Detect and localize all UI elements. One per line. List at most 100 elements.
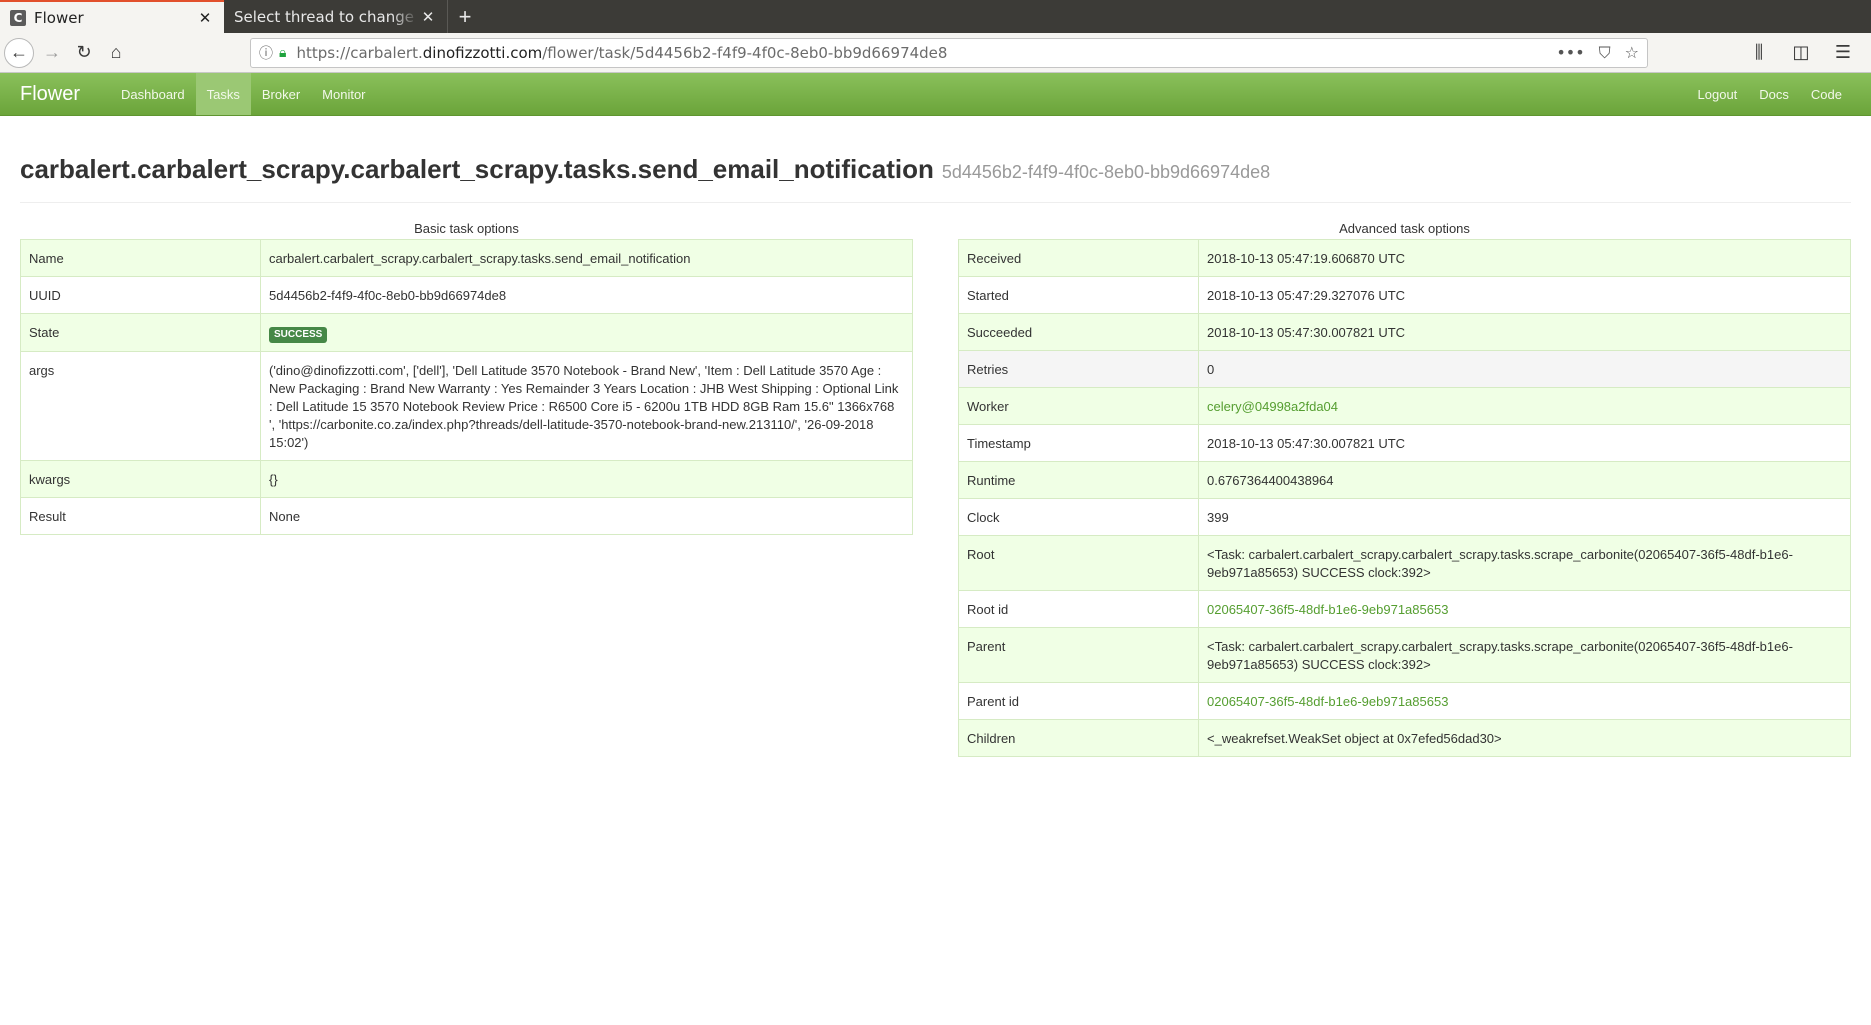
table-row: Parent <Task: carbalert.carbalert_scrapy… bbox=[958, 627, 1851, 683]
row-key: State bbox=[20, 313, 261, 352]
menu-icon[interactable]: ☰ bbox=[1827, 37, 1859, 69]
row-value: celery@04998a2fda04 bbox=[1198, 387, 1851, 425]
table-row: Root id 02065407-36f5-48df-b1e6-9eb971a8… bbox=[958, 590, 1851, 628]
table-row: kwargs {} bbox=[20, 460, 913, 498]
flower-favicon-icon: C bbox=[10, 9, 26, 26]
back-button[interactable]: ← bbox=[4, 37, 34, 68]
nav-dashboard[interactable]: Dashboard bbox=[110, 73, 196, 115]
table-row: Worker celery@04998a2fda04 bbox=[958, 387, 1851, 425]
nav-logout[interactable]: Logout bbox=[1687, 73, 1749, 115]
table-row: Clock 399 bbox=[958, 498, 1851, 536]
row-value: 02065407-36f5-48df-b1e6-9eb971a85653 bbox=[1198, 682, 1851, 720]
row-value: SUCCESS bbox=[260, 313, 913, 352]
row-value: {} bbox=[260, 460, 913, 498]
nav-monitor[interactable]: Monitor bbox=[311, 73, 376, 115]
flower-navbar: Flower Dashboard Tasks Broker Monitor Lo… bbox=[0, 73, 1871, 116]
row-key: Retries bbox=[958, 350, 1199, 388]
row-value: <Task: carbalert.carbalert_scrapy.carbal… bbox=[1198, 535, 1851, 591]
row-key: Worker bbox=[958, 387, 1199, 425]
row-value: <_weakrefset.WeakSet object at 0x7efed56… bbox=[1198, 719, 1851, 757]
row-key: Clock bbox=[958, 498, 1199, 536]
basic-options-caption: Basic task options bbox=[414, 221, 519, 236]
row-key: kwargs bbox=[20, 460, 261, 498]
advanced-options-table: Received 2018-10-13 05:47:19.606870 UTC … bbox=[958, 239, 1851, 757]
row-key: Root id bbox=[958, 590, 1199, 628]
row-value: 399 bbox=[1198, 498, 1851, 536]
table-row: Runtime 0.6767364400438964 bbox=[958, 461, 1851, 499]
basic-options-table: Name carbalert.carbalert_scrapy.carbaler… bbox=[20, 239, 913, 535]
tab-title: Select thread to change | Ca bbox=[234, 7, 419, 26]
forward-button[interactable]: → bbox=[36, 37, 68, 69]
browser-toolbar: ← → ↻ ⌂ ⓘ 🔒︎ https://carbalert.dinofizzo… bbox=[0, 33, 1871, 73]
basic-options-panel: Basic task options Name carbalert.carbal… bbox=[20, 219, 913, 757]
row-key: Received bbox=[958, 239, 1199, 277]
row-value: 5d4456b2-f4f9-4f0c-8eb0-bb9d66974de8 bbox=[260, 276, 913, 314]
brand-link[interactable]: Flower bbox=[0, 73, 110, 115]
page-actions-icon[interactable]: ••• bbox=[1556, 43, 1584, 62]
url-bar[interactable]: ⓘ 🔒︎ https://carbalert.dinofizzotti.com/… bbox=[250, 37, 1648, 68]
table-row: Succeeded 2018-10-13 05:47:30.007821 UTC bbox=[958, 313, 1851, 351]
row-value: 2018-10-13 05:47:30.007821 UTC bbox=[1198, 313, 1851, 351]
row-value: 2018-10-13 05:47:29.327076 UTC bbox=[1198, 276, 1851, 314]
table-row: Name carbalert.carbalert_scrapy.carbaler… bbox=[20, 239, 913, 277]
library-icon[interactable]: ⫼ bbox=[1743, 37, 1775, 69]
table-row: Children <_weakrefset.WeakSet object at … bbox=[958, 719, 1851, 757]
row-key: Root bbox=[958, 535, 1199, 591]
lock-icon: 🔒︎ bbox=[279, 44, 287, 61]
new-tab-button[interactable]: + bbox=[448, 0, 482, 33]
pocket-icon[interactable]: ⛉ bbox=[1599, 43, 1611, 63]
info-icon[interactable]: ⓘ bbox=[259, 43, 273, 63]
row-value: 2018-10-13 05:47:19.606870 UTC bbox=[1198, 239, 1851, 277]
page-title: carbalert.carbalert_scrapy.carbalert_scr… bbox=[20, 154, 1851, 185]
table-row: Result None bbox=[20, 497, 913, 535]
close-tab-icon[interactable]: ✕ bbox=[419, 8, 437, 26]
tab-title: Flower bbox=[34, 8, 84, 27]
row-key: Runtime bbox=[958, 461, 1199, 499]
row-value: 2018-10-13 05:47:30.007821 UTC bbox=[1198, 424, 1851, 462]
row-value: <Task: carbalert.carbalert_scrapy.carbal… bbox=[1198, 627, 1851, 683]
row-key: Name bbox=[20, 239, 261, 277]
row-value: 0.6767364400438964 bbox=[1198, 461, 1851, 499]
nav-broker[interactable]: Broker bbox=[251, 73, 311, 115]
row-key: Result bbox=[20, 497, 261, 535]
status-badge: SUCCESS bbox=[269, 327, 328, 343]
browser-tab-select-thread[interactable]: Select thread to change | Ca ✕ bbox=[224, 0, 448, 33]
row-key: Children bbox=[958, 719, 1199, 757]
close-tab-icon[interactable]: ✕ bbox=[196, 9, 214, 27]
table-row: Received 2018-10-13 05:47:19.606870 UTC bbox=[958, 239, 1851, 277]
row-value: 02065407-36f5-48df-b1e6-9eb971a85653 bbox=[1198, 590, 1851, 628]
browser-tab-strip: C Flower ✕ Select thread to change | Ca … bbox=[0, 0, 1871, 33]
advanced-options-caption: Advanced task options bbox=[1339, 221, 1470, 236]
table-row: Retries 0 bbox=[958, 350, 1851, 388]
table-row: args ('dino@dinofizzotti.com', ['dell'],… bbox=[20, 351, 913, 461]
browser-tab-flower[interactable]: C Flower ✕ bbox=[0, 0, 224, 33]
bookmark-star-icon[interactable]: ☆ bbox=[1625, 43, 1639, 62]
table-row: State SUCCESS bbox=[20, 313, 913, 352]
row-key: Succeeded bbox=[958, 313, 1199, 351]
table-row: Started 2018-10-13 05:47:29.327076 UTC bbox=[958, 276, 1851, 314]
row-key: Started bbox=[958, 276, 1199, 314]
row-value: ('dino@dinofizzotti.com', ['dell'], 'Del… bbox=[260, 351, 913, 461]
table-row: Timestamp 2018-10-13 05:47:30.007821 UTC bbox=[958, 424, 1851, 462]
nav-tasks[interactable]: Tasks bbox=[195, 73, 251, 115]
divider bbox=[20, 202, 1851, 203]
parent-id-link[interactable]: 02065407-36f5-48df-b1e6-9eb971a85653 bbox=[1207, 694, 1448, 709]
root-id-link[interactable]: 02065407-36f5-48df-b1e6-9eb971a85653 bbox=[1207, 602, 1448, 617]
advanced-options-panel: Advanced task options Received 2018-10-1… bbox=[958, 219, 1851, 757]
url-text[interactable]: https://carbalert.dinofizzotti.com/flowe… bbox=[296, 44, 1542, 62]
row-key: UUID bbox=[20, 276, 261, 314]
row-value: 0 bbox=[1198, 350, 1851, 388]
nav-docs[interactable]: Docs bbox=[1748, 73, 1800, 115]
table-row: Root <Task: carbalert.carbalert_scrapy.c… bbox=[958, 535, 1851, 591]
worker-link[interactable]: celery@04998a2fda04 bbox=[1207, 399, 1338, 414]
row-key: Parent id bbox=[958, 682, 1199, 720]
sidebar-icon[interactable]: ◫ bbox=[1785, 37, 1817, 69]
task-name-heading: carbalert.carbalert_scrapy.carbalert_scr… bbox=[20, 154, 934, 184]
task-uuid-subheading: 5d4456b2-f4f9-4f0c-8eb0-bb9d66974de8 bbox=[941, 162, 1271, 182]
reload-button[interactable]: ↻ bbox=[68, 37, 100, 69]
table-row: Parent id 02065407-36f5-48df-b1e6-9eb971… bbox=[958, 682, 1851, 720]
home-button[interactable]: ⌂ bbox=[100, 37, 132, 69]
table-row: UUID 5d4456b2-f4f9-4f0c-8eb0-bb9d66974de… bbox=[20, 276, 913, 314]
row-value: None bbox=[260, 497, 913, 535]
nav-code[interactable]: Code bbox=[1800, 73, 1853, 115]
